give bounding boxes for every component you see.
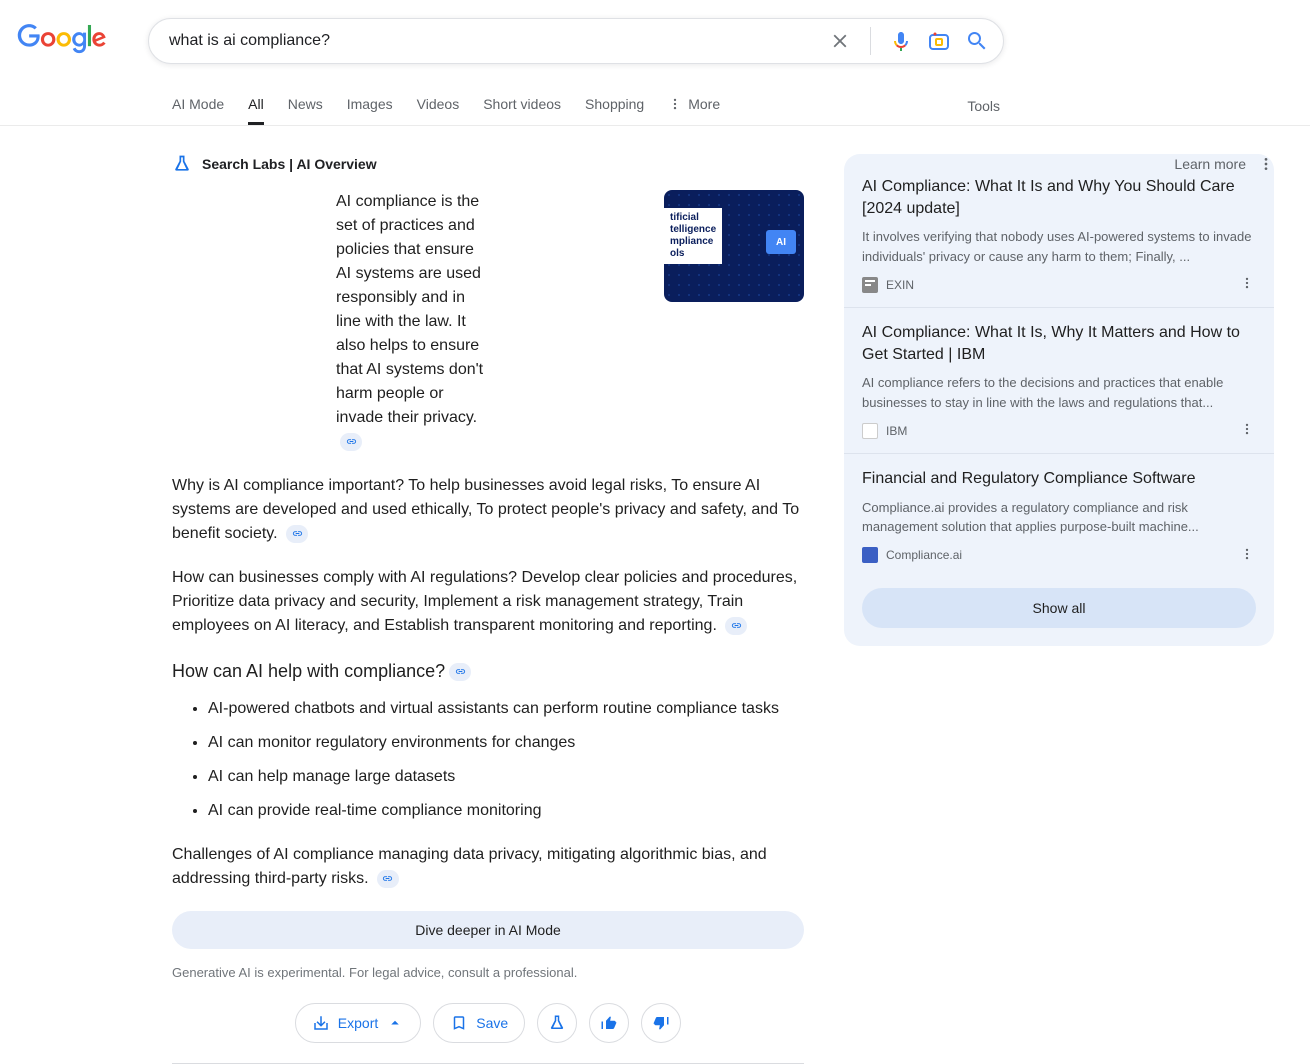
tab-news[interactable]: News xyxy=(288,86,323,125)
overview-para-2: Why is AI compliance important? To help … xyxy=(172,474,804,546)
source-card[interactable]: Financial and Regulatory Compliance Soft… xyxy=(844,454,1274,578)
card-snippet: AI compliance refers to the decisions an… xyxy=(862,373,1256,412)
list-item: AI can monitor regulatory environments f… xyxy=(208,731,804,755)
citation-icon[interactable] xyxy=(725,617,747,635)
tab-all[interactable]: All xyxy=(248,86,264,125)
card-title: AI Compliance: What It Is and Why You Sh… xyxy=(862,176,1256,219)
tools-button[interactable]: Tools xyxy=(967,98,1000,114)
learn-more-link[interactable]: Learn more xyxy=(1174,156,1274,172)
overview-heading: How can AI help with compliance? xyxy=(172,658,804,685)
divider xyxy=(172,1063,804,1064)
card-snippet: It involves verifying that nobody uses A… xyxy=(862,227,1256,266)
tab-ai-mode[interactable]: AI Mode xyxy=(172,86,224,125)
citation-icon[interactable] xyxy=(340,433,362,451)
labs-button[interactable] xyxy=(537,1003,577,1043)
save-button[interactable]: Save xyxy=(433,1003,525,1043)
tab-short-videos[interactable]: Short videos xyxy=(483,86,561,125)
image-search-icon[interactable] xyxy=(927,29,951,53)
citation-icon[interactable] xyxy=(286,525,308,543)
source-name: Compliance.ai xyxy=(886,548,962,562)
citation-icon[interactable] xyxy=(449,663,471,681)
show-all-button[interactable]: Show all xyxy=(862,588,1256,628)
divider xyxy=(870,27,871,55)
search-bar[interactable] xyxy=(148,18,1004,64)
labs-header: Search Labs | AI Overview xyxy=(202,156,377,172)
card-title: AI Compliance: What It Is, Why It Matter… xyxy=(862,322,1256,365)
favicon-icon xyxy=(862,547,878,563)
overview-thumbnail[interactable]: tificialtelligencemplianceols AI xyxy=(664,190,804,302)
tab-videos[interactable]: Videos xyxy=(417,86,460,125)
source-card[interactable]: AI Compliance: What It Is, Why It Matter… xyxy=(844,308,1274,454)
card-title: Financial and Regulatory Compliance Soft… xyxy=(862,468,1256,490)
more-icon[interactable] xyxy=(1258,156,1274,172)
source-name: EXIN xyxy=(886,278,914,292)
tab-shopping[interactable]: Shopping xyxy=(585,86,644,125)
thumbs-up-button[interactable] xyxy=(589,1003,629,1043)
clear-icon[interactable] xyxy=(828,29,852,53)
source-cards-panel: AI Compliance: What It Is and Why You Sh… xyxy=(844,154,1274,646)
tab-more[interactable]: More xyxy=(668,86,720,125)
overview-para-3: How can businesses comply with AI regula… xyxy=(172,566,804,638)
tab-images[interactable]: Images xyxy=(347,86,393,125)
voice-search-icon[interactable] xyxy=(889,29,913,53)
favicon-icon xyxy=(862,277,878,293)
favicon-icon xyxy=(862,423,878,439)
card-menu-icon[interactable] xyxy=(1240,422,1256,439)
list-item: AI can help manage large datasets xyxy=(208,765,804,789)
flask-icon xyxy=(172,154,192,174)
list-item: AI-powered chatbots and virtual assistan… xyxy=(208,697,804,721)
tabs: AI Mode All News Images Videos Short vid… xyxy=(172,86,720,125)
export-button[interactable]: Export xyxy=(295,1003,421,1043)
source-name: IBM xyxy=(886,424,907,438)
card-menu-icon[interactable] xyxy=(1240,547,1256,564)
thumbs-down-button[interactable] xyxy=(641,1003,681,1043)
list-item: AI can provide real-time compliance moni… xyxy=(208,799,804,823)
dive-deeper-button[interactable]: Dive deeper in AI Mode xyxy=(172,911,804,949)
source-card[interactable]: AI Compliance: What It Is and Why You Sh… xyxy=(844,162,1274,308)
google-logo[interactable] xyxy=(16,24,108,59)
card-snippet: Compliance.ai provides a regulatory comp… xyxy=(862,498,1256,537)
search-input[interactable] xyxy=(169,32,828,50)
overview-bullets: AI-powered chatbots and virtual assistan… xyxy=(172,697,804,823)
overview-para-1: AI compliance is the set of practices an… xyxy=(336,190,484,454)
citation-icon[interactable] xyxy=(377,870,399,888)
disclaimer: Generative AI is experimental. For legal… xyxy=(172,963,804,983)
card-menu-icon[interactable] xyxy=(1240,276,1256,293)
search-icon[interactable] xyxy=(965,29,989,53)
overview-para-4: Challenges of AI compliance managing dat… xyxy=(172,843,804,891)
